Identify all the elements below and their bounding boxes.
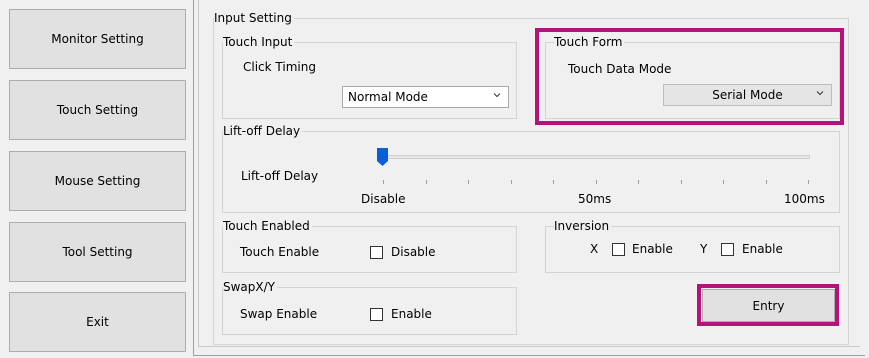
click-timing-value: Normal Mode [348,90,428,104]
swap-xy-title: SwapX/Y [223,280,277,294]
liftoff-delay-title: Lift-off Delay [223,124,303,138]
liftoff-slider-track[interactable] [383,155,810,159]
inversion-y-label: Y [700,242,708,256]
swap-enable-checkbox-label: Enable [391,307,432,321]
inversion-x-label: X [590,242,599,256]
slider-tick [596,180,597,184]
click-timing-select[interactable]: Normal Mode [342,86,509,108]
inversion-title: Inversion [554,219,612,233]
slider-tick [808,180,809,184]
slider-tick [426,180,427,184]
inversion-y-checkbox-label: Enable [742,242,783,256]
touch-enable-label: Touch Enable [240,245,320,259]
inversion-x-checkbox-label: Enable [632,242,673,256]
touch-enable-checkbox[interactable] [370,246,383,259]
inversion-x-checkbox[interactable] [612,243,625,256]
exit-button[interactable]: Exit [9,292,186,352]
touch-enabled-title: Touch Enabled [223,219,312,233]
chevron-down-icon [493,93,501,98]
swap-enable-label: Swap Enable [240,307,318,321]
liftoff-slider-thumb[interactable] [377,148,388,166]
touch-enable-checkbox-label: Disable [391,245,436,259]
slider-tick [638,180,639,184]
slider-tick [553,180,554,184]
touch-setting-label: Touch Setting [56,103,139,117]
liftoff-min-label: Disable [361,192,406,206]
entry-button-highlight [697,284,839,326]
exit-label: Exit [86,315,109,329]
mouse-setting-button[interactable]: Mouse Setting [9,151,186,211]
mouse-setting-label: Mouse Setting [54,174,141,188]
inversion-y-checkbox[interactable] [721,243,734,256]
touch-setting-button[interactable]: Touch Setting [9,80,186,140]
slider-tick [511,180,512,184]
swap-enable-checkbox[interactable] [370,308,383,321]
input-setting-title: Input Setting [214,11,294,25]
liftoff-max-label: 100ms [784,192,825,206]
slider-tick [383,180,384,184]
slider-tick [681,180,682,184]
slider-tick [766,180,767,184]
slider-tick [723,180,724,184]
liftoff-mid-label: 50ms [578,192,612,206]
slider-tick [468,180,469,184]
tool-setting-label: Tool Setting [62,245,133,259]
touch-input-title: Touch Input [223,35,295,49]
tool-setting-button[interactable]: Tool Setting [9,222,186,282]
click-timing-label: Click Timing [243,60,316,74]
monitor-setting-button[interactable]: Monitor Setting [9,9,186,69]
touch-form-highlight [535,28,844,125]
monitor-setting-label: Monitor Setting [51,32,144,46]
liftoff-delay-label: Lift-off Delay [241,169,319,183]
